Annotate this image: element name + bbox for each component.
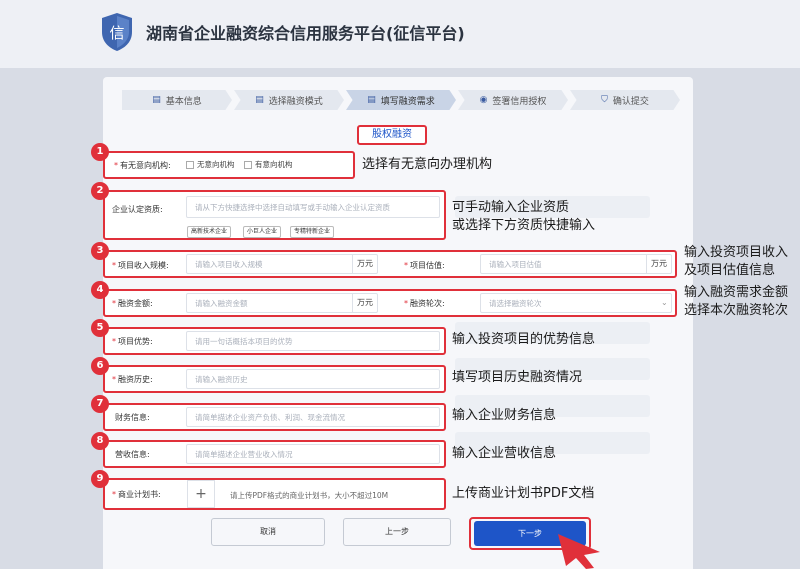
annotation-6: 填写项目历史融资情况 <box>452 370 583 385</box>
checkbox-icon <box>244 161 252 169</box>
prev-step-button[interactable]: 上一步 <box>343 518 451 546</box>
annotation-1: 选择有无意向办理机构 <box>362 157 493 172</box>
annotation-5: 输入投资项目的优势信息 <box>452 332 596 347</box>
svg-text:信: 信 <box>109 24 124 42</box>
step-confirm[interactable]: ⛉ 确认提交 <box>570 90 680 110</box>
advantage-label: * 项目优势: <box>112 337 153 346</box>
annotation-3a: 输入投资项目收入 <box>684 245 789 260</box>
doc-icon: ▤ <box>152 95 161 105</box>
advantage-input[interactable]: 请用一句话概括本项目的优势 <box>186 331 440 351</box>
step-badge: 6 <box>91 357 109 375</box>
intent-institution-label: * 有无意向机构: <box>114 161 171 170</box>
step-credit-auth[interactable]: ◉ 签署信用授权 <box>458 90 568 110</box>
tag-little-giant[interactable]: 小巨人企业 <box>243 226 282 238</box>
tag-high-tech[interactable]: 高新技术企业 <box>187 226 232 238</box>
step-badge: 2 <box>91 182 109 200</box>
annotation-8: 输入企业营收信息 <box>452 446 557 461</box>
step-fill-demand[interactable]: ▤ 填写融资需求 <box>346 90 456 110</box>
upload-hint: 请上传PDF格式的商业计划书，大小不超过10M <box>230 491 389 500</box>
valuation-unit: 万元 <box>646 254 667 274</box>
valuation-input[interactable]: 请输入项目估值 <box>480 254 672 274</box>
upload-plus-icon[interactable]: + <box>187 480 215 508</box>
logo-shield-icon: 信 <box>102 13 132 51</box>
valuation-label: * 项目估值: <box>404 261 445 270</box>
step-badge: 3 <box>91 242 109 260</box>
revenue-input[interactable]: 请输入项目收入规模 <box>186 254 378 274</box>
revenue-info-input[interactable]: 请简单描述企业营业收入情况 <box>186 444 440 464</box>
chevron-down-icon: ⌄ <box>661 298 668 307</box>
history-input[interactable]: 请输入融资历史 <box>186 369 440 389</box>
header: 信 湖南省企业融资综合信用服务平台(征信平台) <box>0 0 800 68</box>
option-no-intent[interactable]: 无意向机构 <box>186 159 235 170</box>
auth-icon: ◉ <box>479 95 488 105</box>
step-badge: 9 <box>91 470 109 488</box>
amount-unit: 万元 <box>352 293 373 313</box>
site-title: 湖南省企业融资综合信用服务平台(征信平台) <box>146 24 465 43</box>
step-select-mode[interactable]: ▤ 选择融资模式 <box>234 90 344 110</box>
tag-specialized[interactable]: 专精特新企业 <box>290 226 335 238</box>
round-label: * 融资轮次: <box>404 299 445 308</box>
qualification-input[interactable]: 请从下方快捷选择中选择自动填写或手动输入企业认定资质 <box>186 196 440 218</box>
step-bar: ▤ 基本信息 ▤ 选择融资模式 ▤ 填写融资需求 ◉ 签署信用授权 ⛉ 确认提交 <box>122 90 682 110</box>
financing-mode-tab[interactable]: 股权融资 <box>357 125 427 145</box>
step-badge: 8 <box>91 432 109 450</box>
annotation-7: 输入企业财务信息 <box>452 408 557 423</box>
step-basic-info[interactable]: ▤ 基本信息 <box>122 90 232 110</box>
doc-icon: ▤ <box>367 95 376 105</box>
doc-icon: ▤ <box>255 95 264 105</box>
history-label: * 融资历史: <box>112 375 153 384</box>
annotation-2b: 或选择下方资质快捷输入 <box>452 218 596 233</box>
pointer-arrow-icon <box>558 534 600 569</box>
checkbox-icon <box>186 161 194 169</box>
cancel-button[interactable]: 取消 <box>211 518 325 546</box>
annotation-2a: 可手动输入企业资质 <box>452 200 570 215</box>
finance-label: 财务信息: <box>115 413 150 422</box>
revenue-info-label: 营收信息: <box>115 450 150 459</box>
annotation-4b: 选择本次融资轮次 <box>684 303 789 318</box>
step-badge: 7 <box>91 395 109 413</box>
amount-input[interactable]: 请输入融资金额 <box>186 293 378 313</box>
finance-input[interactable]: 请简单描述企业资产负债、利润、现金流情况 <box>186 407 440 427</box>
step-badge: 1 <box>91 143 109 161</box>
step-badge: 5 <box>91 319 109 337</box>
step-badge: 4 <box>91 281 109 299</box>
round-select[interactable]: 请选择融资轮次 <box>480 293 672 313</box>
option-has-intent[interactable]: 有意向机构 <box>244 159 293 170</box>
revenue-label: * 项目收入规模: <box>112 261 169 270</box>
annotation-9: 上传商业计划书PDF文档 <box>452 486 595 501</box>
amount-label: * 融资金额: <box>112 299 153 308</box>
revenue-unit: 万元 <box>352 254 373 274</box>
annotation-3b: 及项目估值信息 <box>684 263 776 278</box>
annotation-4a: 输入融资需求金额 <box>684 285 789 300</box>
business-plan-label: * 商业计划书: <box>112 490 161 499</box>
shield-icon: ⛉ <box>601 95 608 105</box>
qualification-label: 企业认定资质: <box>112 205 163 214</box>
